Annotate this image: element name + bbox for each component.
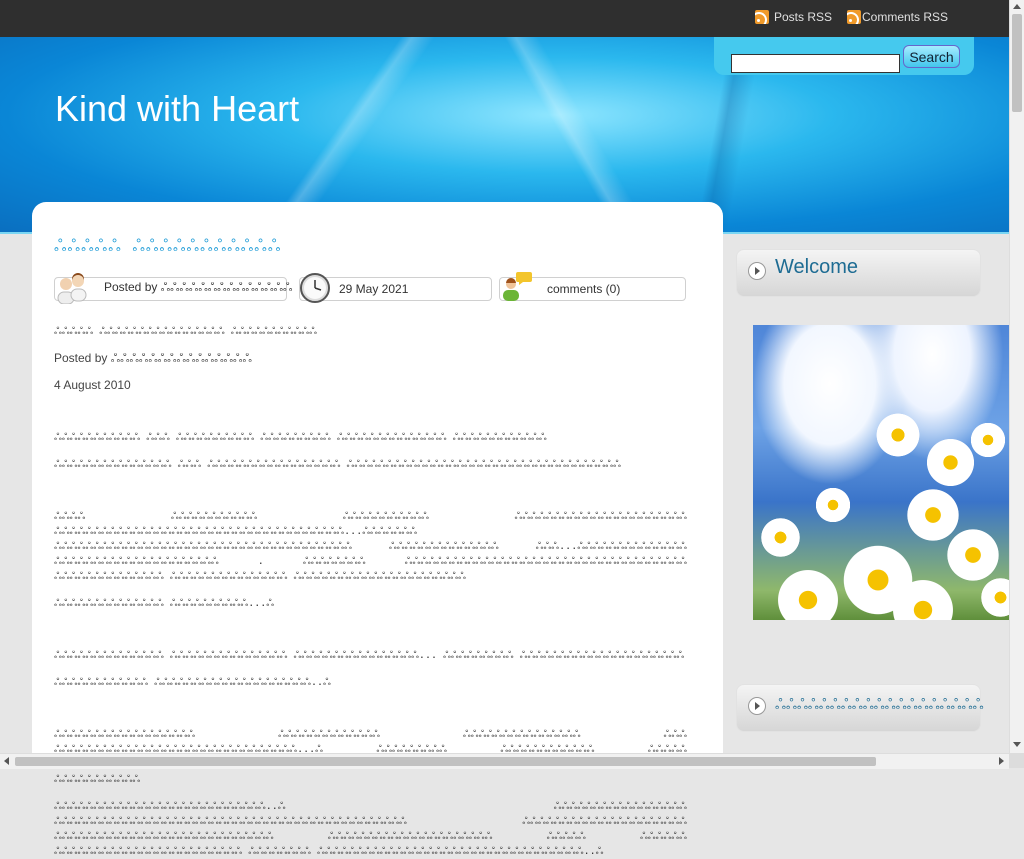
scroll-right-icon[interactable] (999, 757, 1004, 765)
welcome-title: Welcome (775, 256, 858, 278)
comments-rss-link[interactable]: Comments RSS (847, 9, 948, 25)
posts-rss-link[interactable]: Posts RSS (755, 9, 832, 25)
comment-user-icon (503, 272, 532, 301)
body-paragraph: ஃஃஃஃ ஃஃஃஃஃஃஃஃஃஃஃ ஃஃஃஃஃஃஃஃஃஃஃ ஃஃஃஃஃஃஃஃஃஃஃ… (54, 511, 687, 582)
rss-icon (847, 10, 861, 24)
body-paragraph: ஃஃஃஃஃஃஃஃஃஃஃ ஃஃஃ ஃஃஃஃஃஃஃஃஃஃ ஃஃஃஃஃஃஃஃஃ ஃஃஃ… (54, 432, 547, 443)
body-paragraph: ஃஃஃஃஃஃஃஃஃஃஃஃஃஃஃ ஃஃஃ ஃஃஃஃஃஃஃஃஃஃஃஃஃஃஃஃஃ ஃஃ… (54, 459, 621, 470)
daisy-flower (813, 485, 853, 525)
scrollbar-corner (1009, 753, 1024, 768)
arrow-right-icon (748, 262, 766, 280)
scroll-left-icon[interactable] (4, 757, 9, 765)
horizontal-scrollbar[interactable] (0, 753, 1009, 769)
top-bar: Posts RSS Comments RSS (0, 0, 1009, 37)
vertical-scrollbar[interactable] (1009, 0, 1024, 753)
rss-icon (755, 10, 769, 24)
site-title[interactable]: Kind with Heart (55, 88, 299, 130)
daisy-flower (978, 575, 1009, 620)
scroll-down-icon[interactable] (1013, 742, 1021, 747)
daisy-image (753, 325, 1009, 620)
body-paragraph: ஃஃஃஃஃஃஃஃஃஃஃஃஃஃஃஃஃஃஃஃஃஃஃஃஃஃஃ..ஃ ஃஃஃஃஃஃஃஃஃ… (54, 801, 687, 857)
comments-rss-label[interactable]: Comments RSS (862, 10, 948, 24)
clock-icon (300, 273, 330, 303)
daisy-flower (873, 410, 923, 460)
second-widget-header: ஃஃஃஃஃஃஃஃஃஃஃஃஃஃஃஃஃஃஃ (736, 684, 984, 732)
vertical-scroll-thumb[interactable] (1012, 14, 1022, 112)
post-title[interactable]: ஃஃஃஃஃ ஃஃஃஃஃஃஃஃஃஃஃ (54, 236, 281, 257)
search-button[interactable]: Search (903, 45, 960, 68)
body-posted-by: Posted by ஃஃஃஃஃஃஃஃஃஃஃஃஃஃஃ (54, 351, 252, 365)
comments-meta: comments (0) (499, 272, 686, 301)
arrow-right-icon (748, 697, 766, 715)
horizontal-scroll-thumb[interactable] (15, 757, 876, 766)
daisy-flower (773, 565, 843, 620)
posted-by-meta: Posted by ஃஃஃஃஃஃஃஃஃஃஃஃஃஃ (54, 273, 292, 304)
daisy-flower (968, 420, 1008, 460)
second-widget-title: ஃஃஃஃஃஃஃஃஃஃஃஃஃஃஃஃஃஃஃ (775, 697, 984, 713)
post-body: ஃஃஃஃஃ ஃஃஃஃஃஃஃஃஃஃஃஃஃஃஃஃ ஃஃஃஃஃஃஃஃஃஃஃ Poste… (54, 324, 687, 859)
body-heading: ஃஃஃஃஃ ஃஃஃஃஃஃஃஃஃஃஃஃஃஃஃஃ ஃஃஃஃஃஃஃஃஃஃஃ (54, 326, 317, 337)
welcome-widget-header: Welcome (736, 249, 981, 297)
body-paragraph: ஃஃஃஃஃஃஃஃஃஃஃஃஃஃ ஃஃஃஃஃஃஃஃஃஃஃஃஃஃஃ ஃஃஃஃஃஃஃஃஃ… (54, 650, 685, 661)
scroll-up-icon[interactable] (1013, 4, 1021, 9)
search-input[interactable] (731, 54, 900, 73)
posted-by-text: Posted by ஃஃஃஃஃஃஃஃஃஃஃஃஃஃ (104, 280, 293, 294)
comments-count[interactable]: comments (0) (547, 282, 620, 296)
body-paragraph: ஃஃஃஃஃஃஃஃஃஃஃஃ ஃஃஃஃஃஃஃஃஃஃஃஃஃஃஃஃஃஃஃஃ..ஃ (54, 677, 331, 688)
body-date: 4 August 2010 (54, 378, 131, 392)
users-icon (57, 273, 87, 304)
date-meta: 29 May 2021 (299, 273, 492, 303)
posts-rss-label[interactable]: Posts RSS (774, 10, 832, 24)
post-date: 29 May 2021 (339, 282, 409, 296)
daisy-flower (758, 515, 803, 560)
body-paragraph: ஃஃஃஃஃஃஃஃஃஃஃஃஃஃ ஃஃஃஃஃஃஃஃஃஃ...ஃ (54, 598, 275, 609)
